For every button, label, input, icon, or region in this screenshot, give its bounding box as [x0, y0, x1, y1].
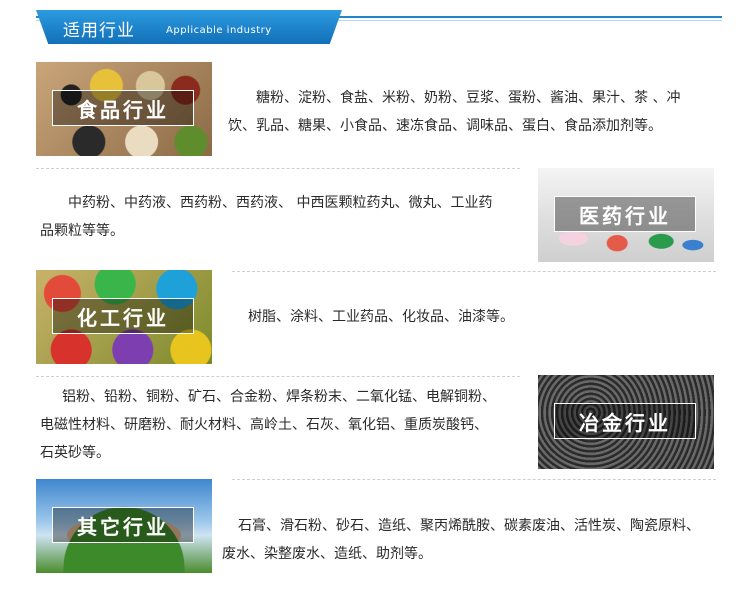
- other-text-line1: 石膏、滑石粉、砂石、造纸、聚丙烯酰胺、碳素废油、活性炭、陶瓷原料、: [238, 518, 700, 534]
- food-industry-image: 食品行业: [36, 62, 212, 156]
- food-text-line2: 饮、乳品、糖果、小食品、速冻食品、调味品、蛋白、食品添加剂等。: [228, 118, 662, 134]
- metallurgy-industry-label: 冶金行业: [554, 403, 696, 439]
- food-text-line1: 糖粉、淀粉、食盐、米粉、奶粉、豆浆、蛋粉、酱油、果汁、茶 、冲: [256, 90, 681, 106]
- medicine-text-line2: 品颗粒等等。: [40, 223, 124, 239]
- metallurgy-industry-image: 冶金行业: [538, 375, 714, 469]
- medicine-industry-label: 医药行业: [554, 196, 696, 232]
- divider: [36, 376, 520, 377]
- other-industry-label: 其它行业: [52, 507, 194, 543]
- chemical-industry-image: 化工行业: [36, 270, 212, 364]
- chemical-text-line1: 树脂、涂料、工业药品、化妆品、油漆等。: [248, 309, 514, 325]
- section-title: 适用行业: [63, 21, 135, 41]
- metallurgy-text-line2: 电磁性材料、研磨粉、耐火材料、高岭土、石灰、氧化铝、重质炭酸钙、: [40, 417, 488, 433]
- section-subtitle: Applicable industry: [166, 25, 272, 36]
- chemical-industry-text: 树脂、涂料、工业药品、化妆品、油漆等。: [248, 303, 728, 331]
- chemical-industry-label: 化工行业: [52, 298, 194, 334]
- other-industry-image: 其它行业: [36, 479, 212, 573]
- other-text-line2: 废水、染整废水、造纸、助剂等。: [222, 546, 432, 562]
- other-industry-text: 石膏、滑石粉、砂石、造纸、聚丙烯酰胺、碳素废油、活性炭、陶瓷原料、 废水、染整废…: [222, 512, 742, 568]
- medicine-industry-image: 医药行业: [538, 168, 714, 262]
- food-industry-text: 糖粉、淀粉、食盐、米粉、奶粉、豆浆、蛋粉、酱油、果汁、茶 、冲 饮、乳品、糖果、…: [228, 84, 728, 140]
- divider: [36, 168, 520, 169]
- food-industry-label: 食品行业: [52, 90, 194, 126]
- divider: [232, 271, 716, 272]
- medicine-text-line1: 中药粉、中药液、西药粉、西药液、 中西医颗粒药丸、微丸、工业药: [68, 195, 493, 211]
- metallurgy-industry-text: 铝粉、铅粉、铜粉、矿石、合金粉、焊条粉末、二氧化锰、电解铜粉、 电磁性材料、研磨…: [40, 383, 535, 467]
- metallurgy-text-line1: 铝粉、铅粉、铜粉、矿石、合金粉、焊条粉末、二氧化锰、电解铜粉、: [62, 389, 496, 405]
- metallurgy-text-line3: 石英砂等。: [40, 445, 110, 461]
- divider: [232, 479, 716, 480]
- medicine-industry-text: 中药粉、中药液、西药粉、西药液、 中西医颗粒药丸、微丸、工业药 品颗粒等等。: [40, 189, 530, 245]
